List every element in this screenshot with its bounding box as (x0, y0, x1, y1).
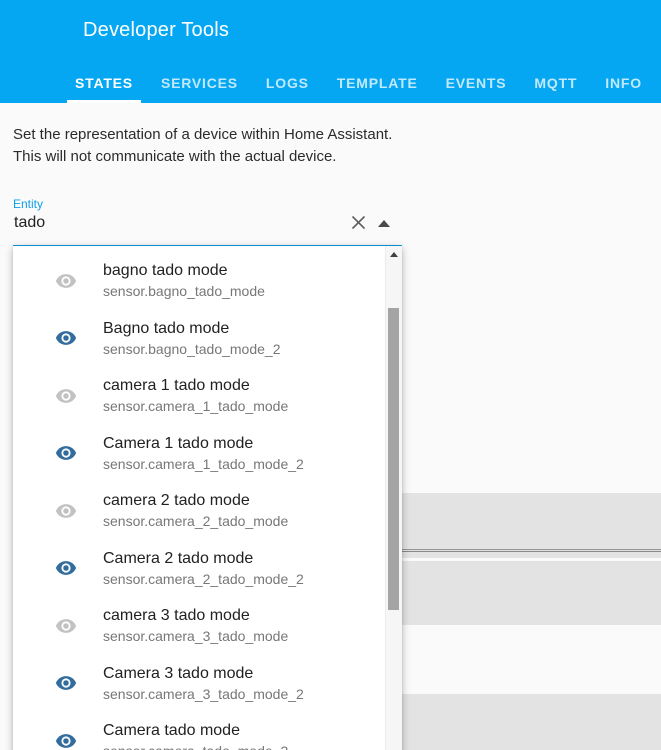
caret-up-icon[interactable] (378, 220, 390, 227)
eye-icon (55, 676, 77, 691)
entity-dropdown: bagno tado mode sensor.bagno_tado_mode B… (13, 246, 402, 750)
entity-option-name: Camera 1 tado mode (103, 434, 254, 452)
eye-icon (55, 331, 77, 346)
eye-icon (55, 503, 77, 518)
entity-option-id: sensor.bagno_tado_mode (103, 283, 265, 300)
tab-info[interactable]: INFO (597, 65, 650, 103)
entity-option-text: camera 2 tado mode sensor.camera_2_tado_… (103, 491, 288, 530)
intro-line-2: This will not communicate with the actua… (13, 148, 337, 165)
entity-option[interactable]: Camera tado mode sensor.camera_tado_mode… (13, 712, 384, 750)
scrollbar-up-icon[interactable] (386, 246, 402, 262)
entity-option-name: camera 2 tado mode (103, 492, 250, 510)
entity-option-text: bagno tado mode sensor.bagno_tado_mode (103, 261, 265, 300)
entity-field: Entity tado (13, 197, 402, 247)
page-title: Developer Tools (83, 19, 230, 41)
intro-line-1: Set the representation of a device withi… (13, 126, 393, 143)
entity-option-id: sensor.camera_2_tado_mode (103, 513, 289, 530)
tab-mqtt[interactable]: MQTT (526, 65, 585, 103)
eye-icon (55, 273, 77, 288)
developer-tools-screen: Developer Tools STATES SERVICES LOGS TEM… (0, 0, 661, 750)
entity-option-name: bagno tado mode (103, 262, 228, 280)
entity-input[interactable]: tado (13, 213, 402, 233)
entity-option-name: Camera 2 tado mode (103, 549, 254, 567)
eye-icon (55, 388, 77, 403)
tab-states[interactable]: STATES (67, 65, 141, 103)
tab-logs[interactable]: LOGS (258, 65, 317, 103)
entity-option-name: camera 3 tado mode (103, 607, 250, 625)
entity-option-id: sensor.camera_1_tado_mode_2 (103, 455, 304, 472)
scrollbar-thumb[interactable] (388, 308, 399, 610)
entity-option-text: Camera 2 tado mode sensor.camera_2_tado_… (103, 549, 304, 588)
entity-option[interactable]: bagno tado mode sensor.bagno_tado_mode (13, 252, 384, 310)
eye-icon (55, 733, 77, 748)
entity-option-name: Camera 3 tado mode (103, 664, 254, 682)
background-table-row (400, 493, 661, 549)
entity-option[interactable]: Camera 2 tado mode sensor.camera_2_tado_… (13, 540, 384, 598)
tab-bar: STATES SERVICES LOGS TEMPLATE EVENTS MQT… (61, 65, 656, 103)
entity-option-id: sensor.bagno_tado_mode_2 (103, 340, 281, 357)
dropdown-scrollbar[interactable] (385, 246, 402, 750)
entity-option-id: sensor.camera_tado_mode_2 (103, 743, 288, 750)
background-table-row (400, 553, 661, 558)
intro-text: Set the representation of a device withi… (13, 124, 392, 168)
tab-events[interactable]: EVENTS (438, 65, 515, 103)
entity-option-name: Bagno tado mode (103, 319, 230, 337)
entity-option-text: Camera 1 tado mode sensor.camera_1_tado_… (103, 434, 304, 473)
tab-template[interactable]: TEMPLATE (329, 65, 426, 103)
entity-option-name: camera 1 tado mode (103, 377, 250, 395)
eye-icon (55, 446, 77, 461)
background-table-row (400, 561, 661, 625)
entity-option-text: Bagno tado mode sensor.bagno_tado_mode_2 (103, 319, 280, 358)
entity-label: Entity (13, 197, 44, 211)
entity-option-id: sensor.camera_3_tado_mode_2 (103, 685, 304, 702)
entity-option-text: Camera 3 tado mode sensor.camera_3_tado_… (103, 664, 304, 703)
entity-option-list: bagno tado mode sensor.bagno_tado_mode B… (13, 246, 384, 750)
entity-option-text: camera 1 tado mode sensor.camera_1_tado_… (103, 376, 288, 415)
entity-option-id: sensor.camera_1_tado_mode (103, 398, 289, 415)
entity-option-text: Camera tado mode sensor.camera_tado_mode… (103, 721, 288, 750)
entity-option-id: sensor.camera_3_tado_mode (103, 628, 289, 645)
entity-option[interactable]: camera 2 tado mode sensor.camera_2_tado_… (13, 482, 384, 540)
app-header: Developer Tools STATES SERVICES LOGS TEM… (0, 0, 661, 103)
entity-option[interactable]: Camera 3 tado mode sensor.camera_3_tado_… (13, 655, 384, 713)
entity-option-name: Camera tado mode (103, 722, 240, 740)
entity-option[interactable]: camera 1 tado mode sensor.camera_1_tado_… (13, 367, 384, 425)
tab-services[interactable]: SERVICES (153, 65, 246, 103)
entity-option-text: camera 3 tado mode sensor.camera_3_tado_… (103, 606, 288, 645)
entity-option[interactable]: Camera 1 tado mode sensor.camera_1_tado_… (13, 425, 384, 483)
eye-icon (55, 561, 77, 576)
background-table-row (400, 694, 661, 750)
clear-icon[interactable] (349, 213, 368, 232)
entity-input-value[interactable]: tado (14, 213, 45, 233)
entity-option-id: sensor.camera_2_tado_mode_2 (103, 570, 304, 587)
entity-option[interactable]: camera 3 tado mode sensor.camera_3_tado_… (13, 597, 384, 655)
entity-option[interactable]: Bagno tado mode sensor.bagno_tado_mode_2 (13, 310, 384, 368)
eye-icon (55, 618, 77, 633)
